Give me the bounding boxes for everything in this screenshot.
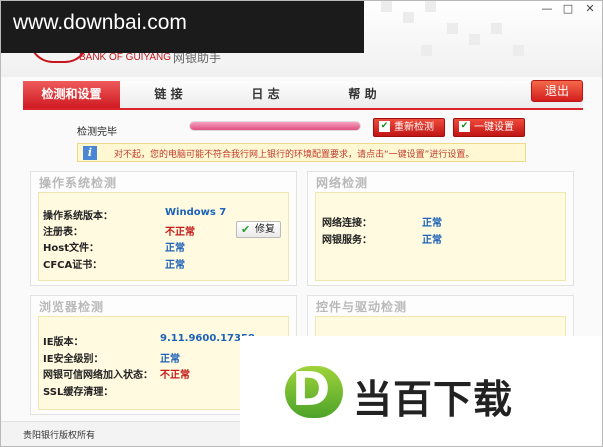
ie-security-value: 正常 xyxy=(160,354,180,365)
net-connect-value: 正常 xyxy=(422,218,442,229)
network-panel: 网络检测 网络连接： 正常 网银服务： 正常 xyxy=(307,171,574,286)
recheck-button[interactable]: ✔ 重新检测 xyxy=(373,118,445,137)
check-icon: ✔ xyxy=(379,121,390,132)
decor-tile xyxy=(491,23,502,34)
tab-detect-settings[interactable]: 检测和设置 xyxy=(23,81,120,108)
bank-service-label: 网银服务： xyxy=(322,235,372,246)
tab-help[interactable]: 帮 助 xyxy=(314,81,411,108)
app-window: BANK OF GUIYANG 网银助手 — □ ✕ www.downbai.c… xyxy=(0,0,603,447)
bank-service-value: 正常 xyxy=(422,235,442,246)
fix-label: 修复 xyxy=(255,224,275,235)
one-click-setup-label: 一键设置 xyxy=(474,122,514,133)
decor-tile xyxy=(513,45,524,56)
host-file-value: 正常 xyxy=(165,243,185,254)
check-icon: ✔ xyxy=(241,223,251,236)
progress-fill xyxy=(190,122,360,130)
copyright-text: 贵阳银行版权所有 xyxy=(23,431,96,441)
promo-logo-letter: D xyxy=(292,362,331,416)
decor-tile xyxy=(403,12,414,23)
decor-tile xyxy=(381,1,392,12)
info-icon: i xyxy=(83,146,97,160)
cfca-label: CFCA证书： xyxy=(43,260,103,271)
promo-brand: 当百下载 xyxy=(353,378,514,423)
info-banner: i 对不起，您的电脑可能不符合我行网上银行的环境配置要求，请点击“一键设置”进行… xyxy=(77,143,526,162)
trusted-net-value: 不正常 xyxy=(160,370,190,381)
network-panel-body: 网络连接： 正常 网银服务： 正常 xyxy=(315,192,566,281)
driver-panel-title: 控件与驱动检测 xyxy=(316,300,408,314)
close-button[interactable]: ✕ xyxy=(578,1,602,18)
check-icon: ✔ xyxy=(459,121,470,132)
ie-security-label: IE安全级别： xyxy=(43,354,104,365)
os-version-value: Windows 7 xyxy=(165,207,227,218)
minimize-button[interactable]: — xyxy=(536,1,558,18)
os-version-label: 操作系统版本： xyxy=(43,211,113,222)
registry-value: 不正常 xyxy=(165,227,195,238)
info-text: 对不起，您的电脑可能不符合我行网上银行的环境配置要求，请点击“一键设置”进行设置… xyxy=(114,150,475,160)
fix-button[interactable]: ✔ 修复 xyxy=(236,221,281,238)
exit-button[interactable]: 退出 xyxy=(531,80,583,102)
net-connect-label: 网络连接： xyxy=(322,218,372,229)
decor-tile xyxy=(425,1,436,12)
bank-name-en: BANK OF GUIYANG xyxy=(79,52,172,63)
one-click-setup-button[interactable]: ✔ 一键设置 xyxy=(453,118,525,137)
tab-log[interactable]: 日 志 xyxy=(217,81,314,108)
os-panel-body: 操作系统版本： Windows 7 注册表： 不正常 ✔ 修复 Host文件： … xyxy=(38,192,289,281)
browser-panel-title: 浏览器检测 xyxy=(39,300,105,314)
ie-version-label: IE版本： xyxy=(43,337,84,348)
decor-tile xyxy=(469,34,480,45)
trusted-net-label: 网银可信网络加入状态： xyxy=(43,370,153,381)
promo-logo-icon: D xyxy=(285,362,343,418)
ssl-cache-label: SSL缓存清理： xyxy=(43,387,114,398)
network-panel-title: 网络检测 xyxy=(316,176,369,190)
os-panel-title: 操作系统检测 xyxy=(39,176,118,190)
recheck-label: 重新检测 xyxy=(394,122,434,133)
registry-label: 注册表： xyxy=(43,227,83,238)
decor-tile xyxy=(447,23,458,34)
watermark: www.downbai.com xyxy=(1,1,364,53)
host-file-label: Host文件： xyxy=(43,243,99,254)
status-label: 检测完毕 xyxy=(77,127,117,138)
cfca-value: 正常 xyxy=(165,260,185,271)
progress-bar xyxy=(189,121,361,131)
tab-links[interactable]: 链 接 xyxy=(120,81,217,108)
main-nav: 检测和设置 链 接 日 志 帮 助 xyxy=(23,81,583,110)
maximize-button[interactable]: □ xyxy=(558,1,578,18)
os-panel: 操作系统检测 操作系统版本： Windows 7 注册表： 不正常 ✔ 修复 H… xyxy=(30,171,297,286)
decor-tile xyxy=(421,45,432,56)
promo-overlay: D 当百下载 xyxy=(240,336,602,446)
